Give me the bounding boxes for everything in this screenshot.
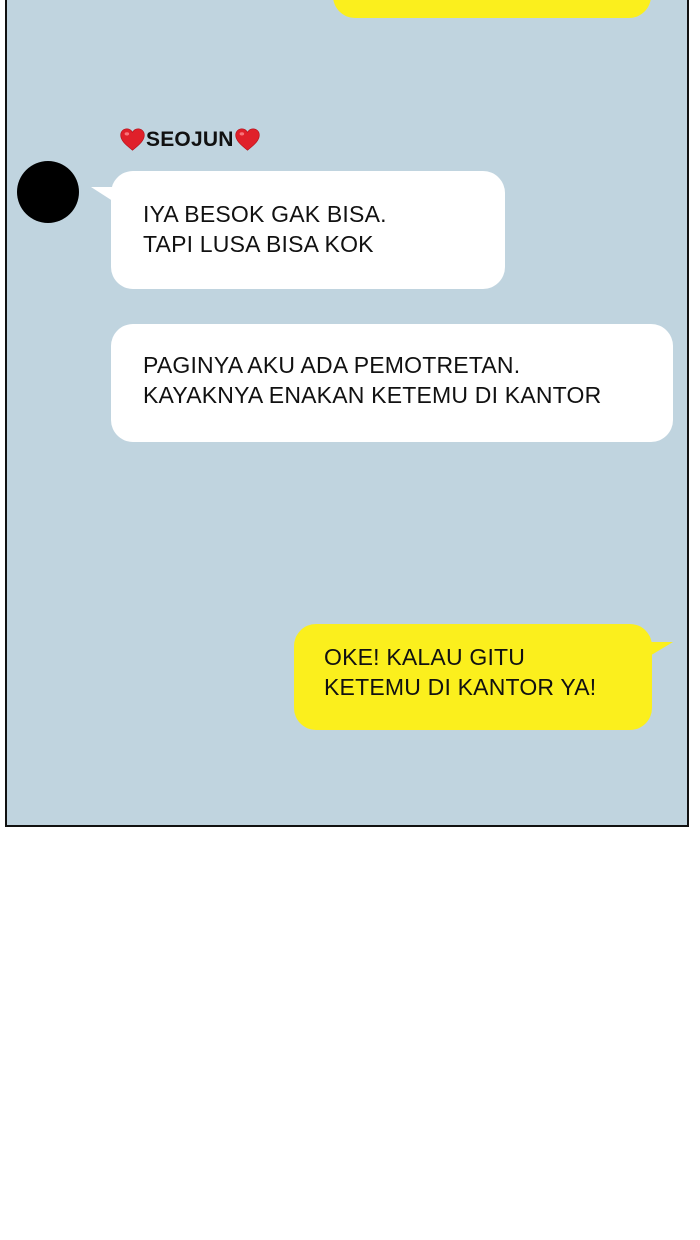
incoming-message-bubble[interactable]: IYA BESOK GAK BISA. TAPI LUSA BISA KOK <box>111 171 505 289</box>
outgoing-message-bubble[interactable]: OKE! KALAU GITU KETEMU DI KANTOR YA! <box>294 624 652 730</box>
red-heart-icon <box>234 126 261 153</box>
message-line: TAPI LUSA BISA KOK <box>143 231 374 257</box>
message-line: KAYAKNYA ENAKAN KETEMU DI KANTOR <box>143 382 602 408</box>
incoming-message-bubble[interactable]: PAGINYA AKU ADA PEMOTRETAN. KAYAKNYA ENA… <box>111 324 673 442</box>
message-line: KETEMU DI KANTOR YA! <box>324 674 597 700</box>
avatar[interactable] <box>17 161 79 223</box>
message-line: IYA BESOK GAK BISA. <box>143 201 387 227</box>
message-line: OKE! KALAU GITU <box>324 644 526 670</box>
outgoing-bubble-partial <box>333 0 651 18</box>
sender-name: SEOJUN <box>119 126 261 153</box>
message-line: PAGINYA AKU ADA PEMOTRETAN. <box>143 352 521 378</box>
red-heart-icon <box>119 126 146 153</box>
chat-panel: SEOJUN IYA BESOK GAK BISA. TAPI LUSA BIS… <box>5 0 689 827</box>
sender-name-text: SEOJUN <box>146 127 234 151</box>
